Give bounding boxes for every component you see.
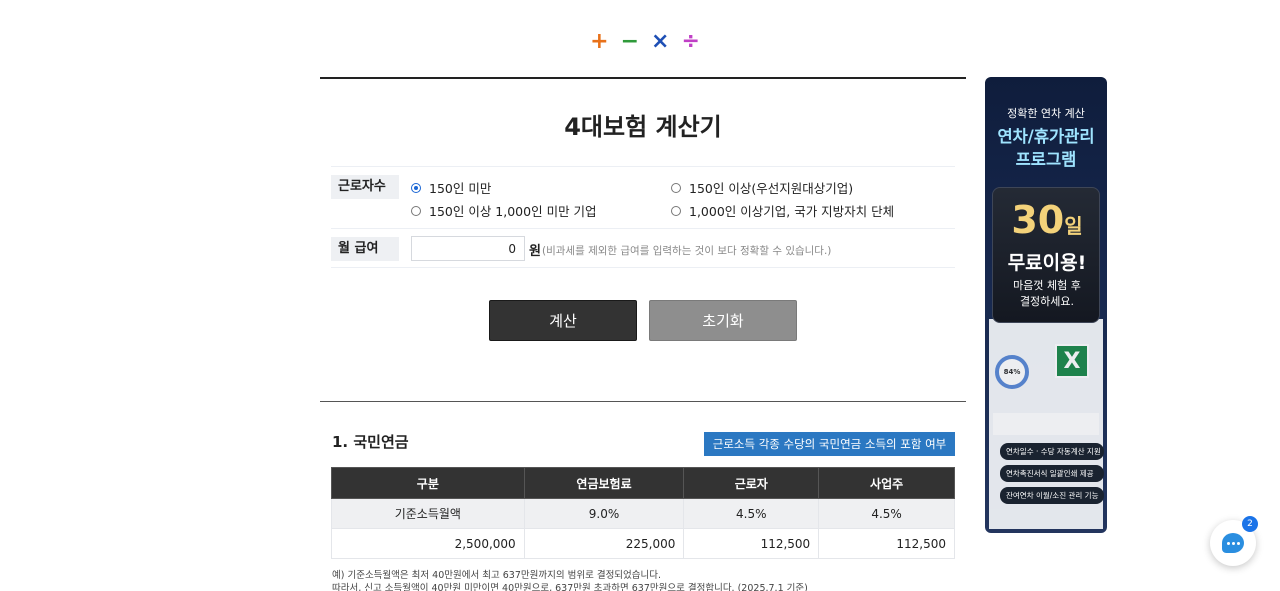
ad-days-unit: 일 — [1064, 214, 1083, 238]
ad-days: 30일 — [993, 198, 1101, 242]
calculator-form: 근로자수 150인 미만 150인 이상(우선지원대상기업) 150인 이상 1… — [331, 166, 955, 268]
divide-icon: ÷ — [681, 29, 700, 54]
table-header: 구분 — [331, 467, 525, 499]
reset-button[interactable]: 초기화 — [649, 300, 797, 341]
top-divider — [320, 77, 966, 79]
radio-dot-icon[interactable] — [411, 205, 421, 216]
radio-150-to-1000[interactable]: 150인 이상 1,000인 미만 기업 — [411, 201, 597, 220]
plus-icon: + — [590, 29, 609, 54]
ad-feature-pill: 연차촉진서식 일괄인쇄 제공 — [1000, 465, 1104, 482]
chat-unread-badge: 2 — [1242, 516, 1258, 532]
site-logo[interactable]: + − × ÷ — [585, 28, 705, 56]
calculate-button[interactable]: 계산 — [489, 300, 637, 341]
table-cell: 2,500,000 — [331, 528, 525, 559]
excel-icon: X — [1055, 344, 1089, 378]
ad-description-line: 마음껏 체험 후 — [1013, 279, 1081, 292]
ad-title-line: 연차/휴가관리 — [997, 127, 1095, 146]
pension-note: 따라서, 신고 소득월액이 40만원 미만이면 40만원으로, 637만원 초과… — [332, 583, 808, 591]
ad-free-trial-badge: 30일 무료이용! 마음껏 체험 후 결정하세요. — [992, 187, 1100, 323]
ad-stats-table — [993, 413, 1099, 435]
radio-label: 150인 이상 1,000인 미만 기업 — [429, 204, 597, 219]
radio-over-1000-public[interactable]: 1,000인 이상기업, 국가 지방자치 단체 — [671, 201, 894, 220]
radio-label: 150인 이상(우선지원대상기업) — [689, 181, 854, 196]
radio-dot-icon[interactable] — [671, 205, 681, 216]
pension-note: 예) 기준소득월액은 최저 40만원에서 최고 637만원까지의 범위로 결정되… — [332, 570, 662, 581]
page-title: 4대보험 계산기 — [564, 113, 722, 141]
ad-title-line: 프로그램 — [1015, 150, 1077, 169]
table-header: 연금보험료 — [523, 467, 685, 499]
radio-under-150[interactable]: 150인 미만 — [411, 178, 491, 197]
salary-input[interactable] — [411, 236, 525, 261]
workers-label: 근로자수 — [331, 175, 399, 199]
table-cell: 4.5% — [818, 498, 955, 529]
ad-title: 연차/휴가관리 프로그램 — [985, 125, 1107, 171]
salary-hint: (비과세를 제외한 급여를 입력하는 것이 보다 정확할 수 있습니다.) — [542, 245, 832, 257]
table-row: 2,500,000 225,000 112,500 112,500 — [331, 528, 955, 559]
table-cell: 기준소득월액 — [331, 498, 525, 529]
table-cell: 112,500 — [683, 528, 820, 559]
chat-bubble-icon — [1222, 533, 1244, 553]
salary-unit: 원 — [529, 244, 541, 259]
ad-subtitle: 정확한 연차 계산 — [1007, 107, 1085, 120]
table-cell: 112,500 — [818, 528, 955, 559]
radio-dot-icon[interactable] — [411, 182, 421, 193]
table-header-row: 구분 연금보험료 근로자 사업주 — [331, 467, 955, 499]
minus-icon: − — [620, 29, 639, 54]
table-header: 근로자 — [683, 467, 820, 499]
table-header: 사업주 — [818, 467, 955, 499]
radio-label: 1,000인 이상기업, 국가 지방자치 단체 — [689, 204, 895, 219]
table-row: 기준소득월액 9.0% 4.5% 4.5% — [331, 498, 955, 529]
salary-row: 월 급여 원 (비과세를 제외한 급여를 입력하는 것이 보다 정확할 수 있습… — [331, 228, 955, 268]
ad-feature-pill: 잔여연차 이월/소진 관리 기능 — [1000, 487, 1104, 504]
ad-feature-pill: 연차일수 · 수당 자동계산 지원 — [1000, 443, 1104, 460]
table-cell: 225,000 — [523, 528, 685, 559]
ad-free-text: 무료이용! — [1007, 252, 1087, 274]
ad-description-line: 결정하세요. — [1019, 295, 1075, 308]
ad-donut-chart: 84% — [995, 355, 1029, 389]
radio-dot-icon[interactable] — [671, 182, 681, 193]
radio-label: 150인 미만 — [429, 181, 492, 196]
table-cell: 9.0% — [523, 498, 685, 529]
pension-section-title: 1. 국민연금 — [332, 433, 409, 451]
ad-description: 마음껏 체험 후 결정하세요. — [993, 278, 1101, 310]
section-divider — [320, 401, 966, 402]
salary-label: 월 급여 — [331, 237, 399, 261]
pension-income-inclusion-link[interactable]: 근로소득 각종 수당의 국민연금 소득의 포함 여부 — [704, 432, 955, 456]
annual-leave-program-ad[interactable]: 정확한 연차 계산 연차/휴가관리 프로그램 84% X 30일 무료이용! 마… — [985, 77, 1107, 533]
workers-row: 근로자수 150인 미만 150인 이상(우선지원대상기업) 150인 이상 1… — [331, 166, 955, 228]
table-cell: 4.5% — [683, 498, 820, 529]
pension-table: 구분 연금보험료 근로자 사업주 기준소득월액 9.0% 4.5% 4.5% 2… — [331, 467, 955, 559]
radio-over-150-priority[interactable]: 150인 이상(우선지원대상기업) — [671, 178, 853, 197]
ad-days-number: 30 — [1011, 198, 1065, 242]
times-icon: × — [651, 29, 670, 54]
